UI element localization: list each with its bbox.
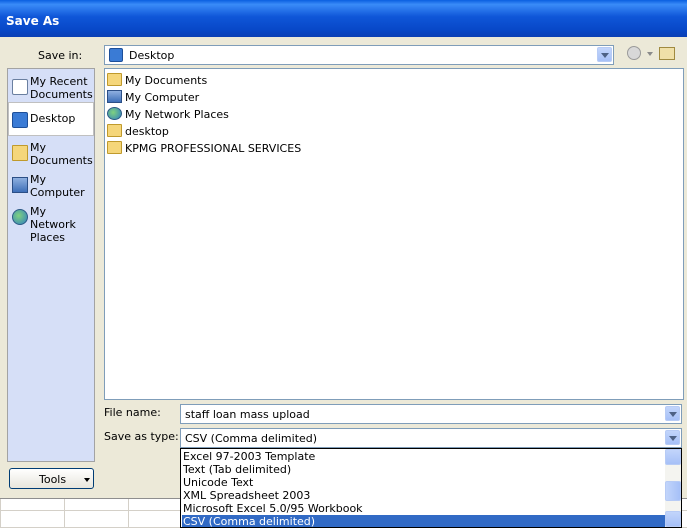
place-label: My Recent Documents: [30, 75, 93, 101]
my-computer-icon: [12, 177, 28, 193]
tools-button[interactable]: Tools: [9, 468, 94, 489]
save-in-label: Save in:: [38, 49, 83, 62]
scroll-up-icon[interactable]: [665, 449, 681, 465]
type-option-selected[interactable]: CSV (Comma delimited): [182, 515, 667, 527]
chevron-down-icon[interactable]: [665, 430, 680, 445]
file-name-value: staff loan mass upload: [185, 408, 310, 421]
place-label: My Network Places: [30, 205, 76, 244]
my-documents-icon: [12, 145, 28, 161]
chevron-down-icon[interactable]: [665, 406, 680, 421]
tools-label: Tools: [39, 473, 67, 486]
back-button[interactable]: [626, 45, 644, 63]
dropdown-arrow-icon: [84, 478, 90, 482]
up-one-level-button[interactable]: [658, 45, 676, 63]
back-arrow-icon: [627, 46, 641, 60]
place-label: My Documents: [30, 141, 93, 167]
type-option[interactable]: Text (Tab delimited): [182, 463, 667, 476]
file-name: KPMG PROFESSIONAL SERVICES: [125, 142, 302, 155]
desktop-icon: [109, 48, 123, 62]
file-name: My Documents: [125, 74, 208, 87]
file-list[interactable]: My Documents My Computer My Network Plac…: [104, 68, 684, 400]
desktop-icon: [12, 112, 28, 128]
save-in-value: Desktop: [129, 49, 175, 62]
save-in-dropdown[interactable]: Desktop: [104, 45, 614, 65]
save-as-type-value: CSV (Comma delimited): [185, 432, 318, 445]
place-my-recent-documents[interactable]: My Recent Documents: [8, 71, 94, 105]
place-my-computer[interactable]: My Computer: [8, 169, 94, 203]
place-label: My Computer: [30, 173, 85, 199]
scroll-thumb[interactable]: [665, 481, 681, 501]
type-option[interactable]: Unicode Text: [182, 476, 667, 489]
folder-icon: [107, 141, 122, 154]
file-name-label: File name:: [104, 406, 161, 419]
file-name: My Network Places: [125, 108, 229, 121]
network-places-icon: [12, 209, 28, 225]
type-option[interactable]: Excel 97-2003 Template: [182, 450, 667, 463]
save-as-type-options[interactable]: Excel 97-2003 Template Text (Tab delimit…: [180, 448, 682, 528]
save-as-type-dropdown[interactable]: CSV (Comma delimited): [180, 428, 682, 448]
file-name: desktop: [125, 125, 169, 138]
place-my-documents[interactable]: My Documents: [8, 137, 94, 171]
chevron-down-icon[interactable]: [597, 47, 612, 62]
dropdown-scrollbar[interactable]: [665, 449, 681, 527]
place-label: Desktop: [30, 112, 76, 125]
type-option[interactable]: Microsoft Excel 5.0/95 Workbook: [182, 502, 667, 515]
places-bar: My Recent Documents Desktop My Documents…: [7, 68, 95, 462]
dialog-title: Save As: [6, 14, 60, 28]
up-folder-icon: [659, 47, 675, 60]
folder-icon: [107, 73, 122, 86]
save-as-type-label: Save as type:: [104, 430, 179, 443]
recent-documents-icon: [12, 79, 28, 95]
file-name-field[interactable]: staff loan mass upload: [180, 404, 682, 424]
file-name: My Computer: [125, 91, 200, 104]
scroll-down-icon[interactable]: [665, 511, 681, 527]
save-as-dialog: Save As Save in: Desktop My Recent Docum…: [0, 0, 687, 499]
type-option[interactable]: XML Spreadsheet 2003: [182, 489, 667, 502]
place-my-network-places[interactable]: My Network Places: [8, 201, 94, 244]
title-bar[interactable]: Save As: [0, 0, 687, 37]
place-desktop[interactable]: Desktop: [8, 102, 94, 136]
back-history-dropdown-icon[interactable]: [647, 52, 653, 56]
folder-icon: [107, 124, 122, 137]
computer-icon: [107, 90, 122, 103]
network-icon: [107, 107, 122, 120]
